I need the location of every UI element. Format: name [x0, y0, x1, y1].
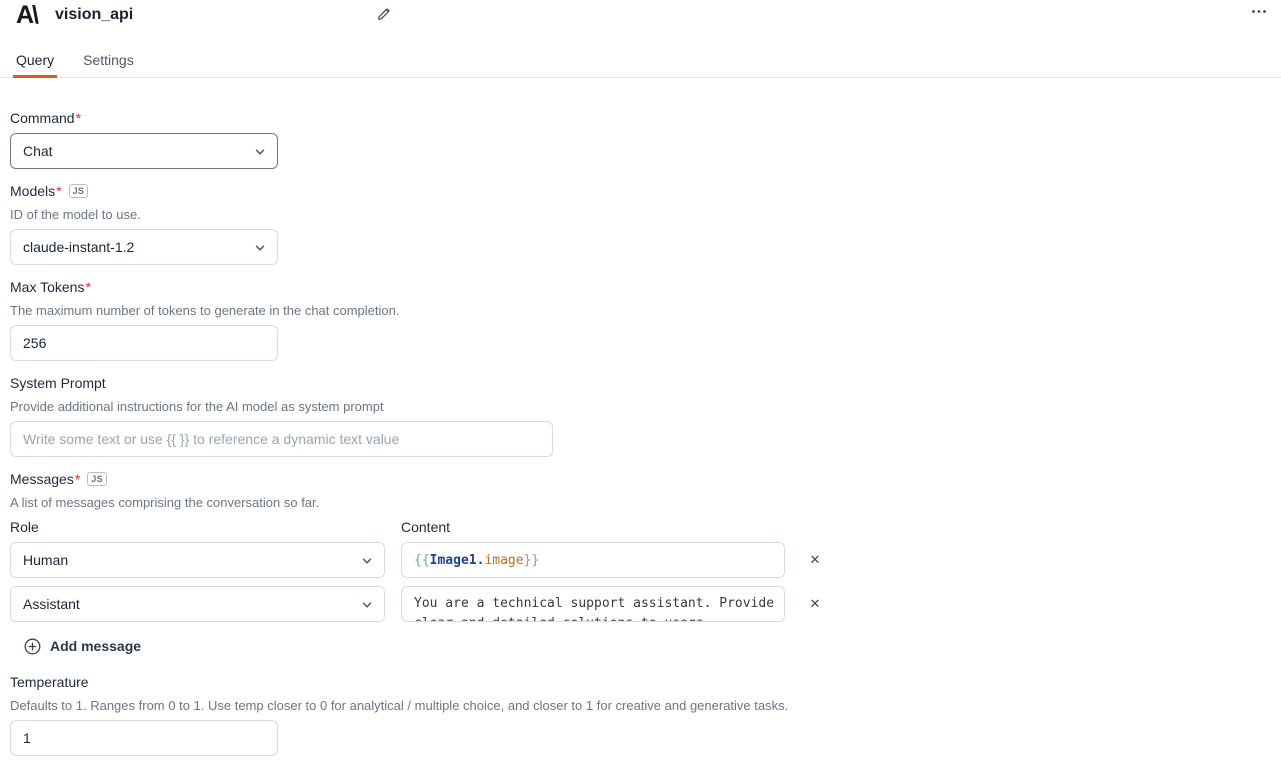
- message-content-input[interactable]: You are a technical support assistant. P…: [401, 586, 785, 622]
- command-select-value: Chat: [23, 143, 53, 159]
- query-form: Command* Chat Models* JS ID of the model…: [0, 78, 1281, 756]
- message-role-value: Assistant: [23, 596, 80, 612]
- more-options-button[interactable]: [1247, 5, 1271, 18]
- chevron-down-icon: [253, 145, 267, 159]
- ellipsis-icon: [1251, 9, 1267, 14]
- messages-label: Messages: [10, 469, 74, 489]
- close-icon: ✕: [810, 596, 821, 611]
- temperature-label: Temperature: [10, 672, 89, 692]
- max-tokens-helper-text: The maximum number of tokens to generate…: [10, 302, 1265, 320]
- models-label: Models: [10, 181, 55, 201]
- tab-query[interactable]: Query: [13, 52, 57, 77]
- model-select[interactable]: claude-instant-1.2: [10, 229, 278, 265]
- add-message-button[interactable]: Add message: [24, 634, 141, 658]
- messages-helper-text: A list of messages comprising the conver…: [10, 494, 1265, 512]
- max-tokens-input[interactable]: [10, 325, 278, 361]
- message-content-input[interactable]: {{Image1.image}}: [401, 542, 785, 578]
- temperature-helper-text: Defaults to 1. Ranges from 0 to 1. Use t…: [10, 697, 1265, 715]
- field-temperature: Temperature Defaults to 1. Ranges from 0…: [10, 672, 1265, 756]
- message-role-value: Human: [23, 552, 68, 568]
- field-models: Models* JS ID of the model to use. claud…: [10, 181, 1265, 265]
- tab-settings[interactable]: Settings: [80, 52, 137, 77]
- system-prompt-helper-text: Provide additional instructions for the …: [10, 398, 1265, 416]
- temperature-input[interactable]: [10, 720, 278, 756]
- anthropic-logo-icon: A\: [16, 1, 37, 29]
- chevron-down-icon: [253, 241, 267, 255]
- action-name-title[interactable]: vision_api: [55, 6, 133, 24]
- message-role-select[interactable]: Assistant: [10, 586, 385, 622]
- command-label: Command: [10, 108, 75, 128]
- messages-list: Role Content Human {{Image1.image}} ✕ As…: [10, 517, 1265, 622]
- required-mark: *: [56, 181, 61, 201]
- action-header: A\ vision_api: [0, 0, 1281, 30]
- command-select[interactable]: Chat: [10, 133, 278, 169]
- rename-action-button[interactable]: [372, 3, 395, 26]
- remove-message-button[interactable]: ✕: [801, 542, 829, 578]
- required-mark: *: [85, 277, 90, 297]
- plus-circle-icon: [24, 638, 41, 655]
- editor-tabs: Query Settings: [0, 52, 1281, 78]
- close-icon: ✕: [810, 552, 821, 567]
- message-role-select[interactable]: Human: [10, 542, 385, 578]
- field-messages: Messages* JS A list of messages comprisi…: [10, 469, 1265, 658]
- pencil-icon: [376, 7, 391, 22]
- js-toggle[interactable]: JS: [87, 472, 107, 486]
- role-column-header: Role: [10, 517, 385, 537]
- max-tokens-label: Max Tokens: [10, 277, 84, 297]
- chevron-down-icon: [360, 598, 374, 612]
- required-mark: *: [76, 108, 81, 128]
- js-toggle[interactable]: JS: [69, 184, 89, 198]
- system-prompt-label: System Prompt: [10, 373, 106, 393]
- model-select-value: claude-instant-1.2: [23, 239, 134, 255]
- field-system-prompt: System Prompt Provide additional instruc…: [10, 373, 1265, 457]
- chevron-down-icon: [360, 554, 374, 568]
- field-command: Command* Chat: [10, 108, 1265, 169]
- models-helper-text: ID of the model to use.: [10, 206, 1265, 224]
- remove-message-button[interactable]: ✕: [801, 586, 829, 622]
- required-mark: *: [75, 469, 80, 489]
- system-prompt-input[interactable]: [10, 421, 553, 457]
- field-max-tokens: Max Tokens* The maximum number of tokens…: [10, 277, 1265, 361]
- content-column-header: Content: [401, 517, 785, 537]
